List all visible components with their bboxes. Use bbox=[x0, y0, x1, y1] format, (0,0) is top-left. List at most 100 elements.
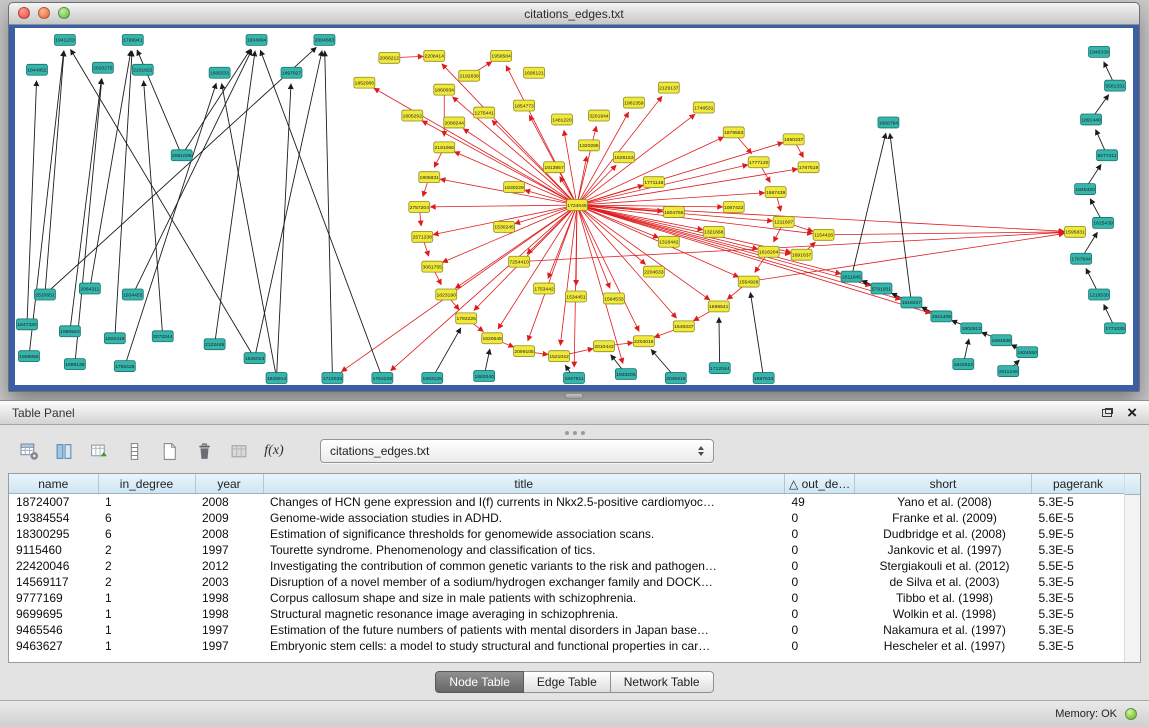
column-header[interactable]: pagerank bbox=[1032, 474, 1125, 494]
graph-node[interactable]: 2208414 bbox=[424, 50, 445, 61]
table-cell[interactable]: 1 bbox=[98, 494, 195, 511]
graph-edge[interactable] bbox=[796, 144, 803, 158]
graph-edge[interactable] bbox=[30, 51, 64, 351]
table-cell[interactable]: 5.9E-5 bbox=[1032, 526, 1125, 542]
graph-node[interactable]: 2204633 bbox=[643, 266, 664, 277]
graph-node[interactable]: 5791931 bbox=[871, 283, 892, 294]
graph-edge[interactable] bbox=[434, 271, 441, 285]
graph-node[interactable]: 1748531 bbox=[693, 102, 714, 113]
graph-edge[interactable] bbox=[560, 210, 576, 345]
graph-edge[interactable] bbox=[424, 242, 429, 257]
close-window-icon[interactable] bbox=[18, 7, 30, 19]
graph-node[interactable]: 1321668 bbox=[703, 226, 724, 237]
memory-ok-indicator-icon[interactable] bbox=[1125, 708, 1137, 720]
table-cell[interactable]: 6 bbox=[98, 510, 195, 526]
graph-node[interactable]: 1850337 bbox=[783, 134, 804, 145]
network-selector-combobox[interactable]: citations_edges.txt bbox=[320, 439, 714, 463]
graph-edge[interactable] bbox=[564, 130, 576, 200]
table-row[interactable]: 977716911998Corpus callosum shape and si… bbox=[9, 590, 1125, 606]
graph-node[interactable]: 1549337 bbox=[673, 321, 694, 332]
graph-node[interactable]: 1771035 bbox=[1105, 323, 1126, 334]
table-cell[interactable]: 9115460 bbox=[9, 542, 98, 558]
graph-node[interactable]: 3201944 bbox=[588, 110, 609, 121]
graph-node[interactable]: 1847911 bbox=[564, 373, 585, 384]
graph-edge[interactable] bbox=[325, 51, 333, 373]
graph-node[interactable]: 1934804 bbox=[246, 34, 267, 45]
graph-node[interactable]: 2004883 bbox=[314, 34, 335, 45]
float-panel-icon[interactable] bbox=[1102, 408, 1113, 417]
graph-node[interactable]: 1616204 bbox=[758, 246, 779, 257]
panel-resize-grip[interactable] bbox=[555, 431, 595, 435]
graph-edge[interactable] bbox=[737, 136, 752, 154]
graph-node[interactable]: 1502418 bbox=[104, 333, 125, 344]
table-cell[interactable]: 5.3E-5 bbox=[1032, 574, 1125, 590]
graph-node[interactable]: 2123449 bbox=[204, 339, 225, 350]
table-cell[interactable]: 18300295 bbox=[9, 526, 98, 542]
table-cell[interactable]: 0 bbox=[785, 638, 855, 654]
graph-node[interactable]: 1755426 bbox=[114, 361, 135, 372]
graph-node[interactable]: 2611945 bbox=[841, 271, 862, 282]
graph-node[interactable]: 1852066 bbox=[354, 77, 375, 88]
graph-node[interactable]: 2045918 bbox=[665, 373, 686, 384]
minimize-window-icon[interactable] bbox=[38, 7, 50, 19]
table-row[interactable]: 1872400712008Changes of HCN gene express… bbox=[9, 494, 1125, 511]
graph-node[interactable]: 1695138 bbox=[64, 359, 85, 370]
graph-edge[interactable] bbox=[442, 64, 574, 202]
table-cell[interactable]: Tibbo et al. (1998) bbox=[855, 590, 1032, 606]
graph-edge[interactable] bbox=[1090, 199, 1101, 219]
graph-edge[interactable] bbox=[435, 328, 461, 374]
graph-edge[interactable] bbox=[49, 47, 317, 291]
graph-node[interactable]: 1687439 bbox=[765, 187, 786, 198]
graph-node[interactable]: 1530245 bbox=[494, 221, 515, 232]
graph-node[interactable]: 1753442 bbox=[534, 283, 555, 294]
graph-node[interactable]: 1845420 bbox=[1075, 184, 1096, 195]
graph-node[interactable]: 1925914 bbox=[266, 373, 287, 384]
graph-node[interactable]: 1216530 bbox=[1089, 289, 1110, 300]
graph-node[interactable]: 1860034 bbox=[434, 84, 455, 95]
graph-node[interactable]: 2192638 bbox=[459, 70, 480, 81]
graph-node[interactable]: 1275441 bbox=[474, 107, 495, 118]
graph-node[interactable]: 1941233 bbox=[54, 34, 75, 45]
table-cell[interactable]: Wolkin et al. (1998) bbox=[855, 606, 1032, 622]
graph-edge[interactable] bbox=[515, 206, 573, 223]
table-cell[interactable]: Tourette syndrome. Phenomenology and cla… bbox=[263, 542, 785, 558]
table-cell[interactable]: Dudbridge et al. (2008) bbox=[855, 526, 1032, 542]
graph-node[interactable]: 1534451 bbox=[566, 291, 587, 302]
graph-edge[interactable] bbox=[582, 206, 791, 252]
graph-node[interactable]: 1693125 bbox=[422, 373, 443, 384]
table-cell[interactable]: Estimation of significance thresholds fo… bbox=[263, 526, 785, 542]
graph-node[interactable]: 1956584 bbox=[491, 50, 512, 61]
tab-node-table[interactable]: Node Table bbox=[435, 671, 524, 693]
table-cell[interactable]: Changes of HCN gene expression and I(f) … bbox=[263, 494, 785, 511]
table-cell[interactable]: 49 bbox=[785, 494, 855, 511]
row-view-button[interactable] bbox=[121, 439, 147, 464]
table-cell[interactable]: 5.3E-5 bbox=[1032, 638, 1125, 654]
table-cell[interactable]: 1 bbox=[98, 590, 195, 606]
graph-node[interactable]: 1605531 bbox=[209, 67, 230, 78]
table-cell[interactable]: 0 bbox=[785, 510, 855, 526]
graph-node[interactable]: 1554928 bbox=[738, 276, 759, 287]
function-builder-button[interactable]: f(x) bbox=[261, 439, 287, 464]
table-cell[interactable]: 2008 bbox=[195, 526, 263, 542]
table-cell[interactable]: de Silva et al. (2003) bbox=[855, 574, 1032, 590]
table-cell[interactable]: 2 bbox=[98, 542, 195, 558]
graph-edge[interactable] bbox=[71, 49, 252, 353]
graph-edge[interactable] bbox=[578, 156, 587, 200]
graph-edge[interactable] bbox=[582, 165, 748, 204]
table-vertical-scrollbar[interactable] bbox=[1124, 474, 1140, 662]
new-column-button[interactable] bbox=[156, 439, 182, 464]
graph-edge[interactable] bbox=[45, 51, 64, 290]
table-cell[interactable]: 0 bbox=[785, 590, 855, 606]
graph-node[interactable]: 1696121 bbox=[524, 67, 545, 78]
table-cell[interactable]: 2003 bbox=[195, 574, 263, 590]
table-cell[interactable]: 1997 bbox=[195, 638, 263, 654]
graph-edge[interactable] bbox=[1096, 130, 1105, 151]
graph-edge[interactable] bbox=[184, 49, 250, 151]
graph-node[interactable]: 1897927 bbox=[281, 67, 302, 78]
graph-edge[interactable] bbox=[1088, 164, 1101, 184]
graph-node[interactable]: 1211607 bbox=[773, 216, 794, 227]
close-panel-icon[interactable]: × bbox=[1127, 406, 1137, 420]
graph-node[interactable]: 2571238 bbox=[412, 231, 433, 242]
graph-node[interactable]: 1823190 bbox=[436, 289, 457, 300]
column-header[interactable]: △ out_de… bbox=[785, 474, 855, 494]
